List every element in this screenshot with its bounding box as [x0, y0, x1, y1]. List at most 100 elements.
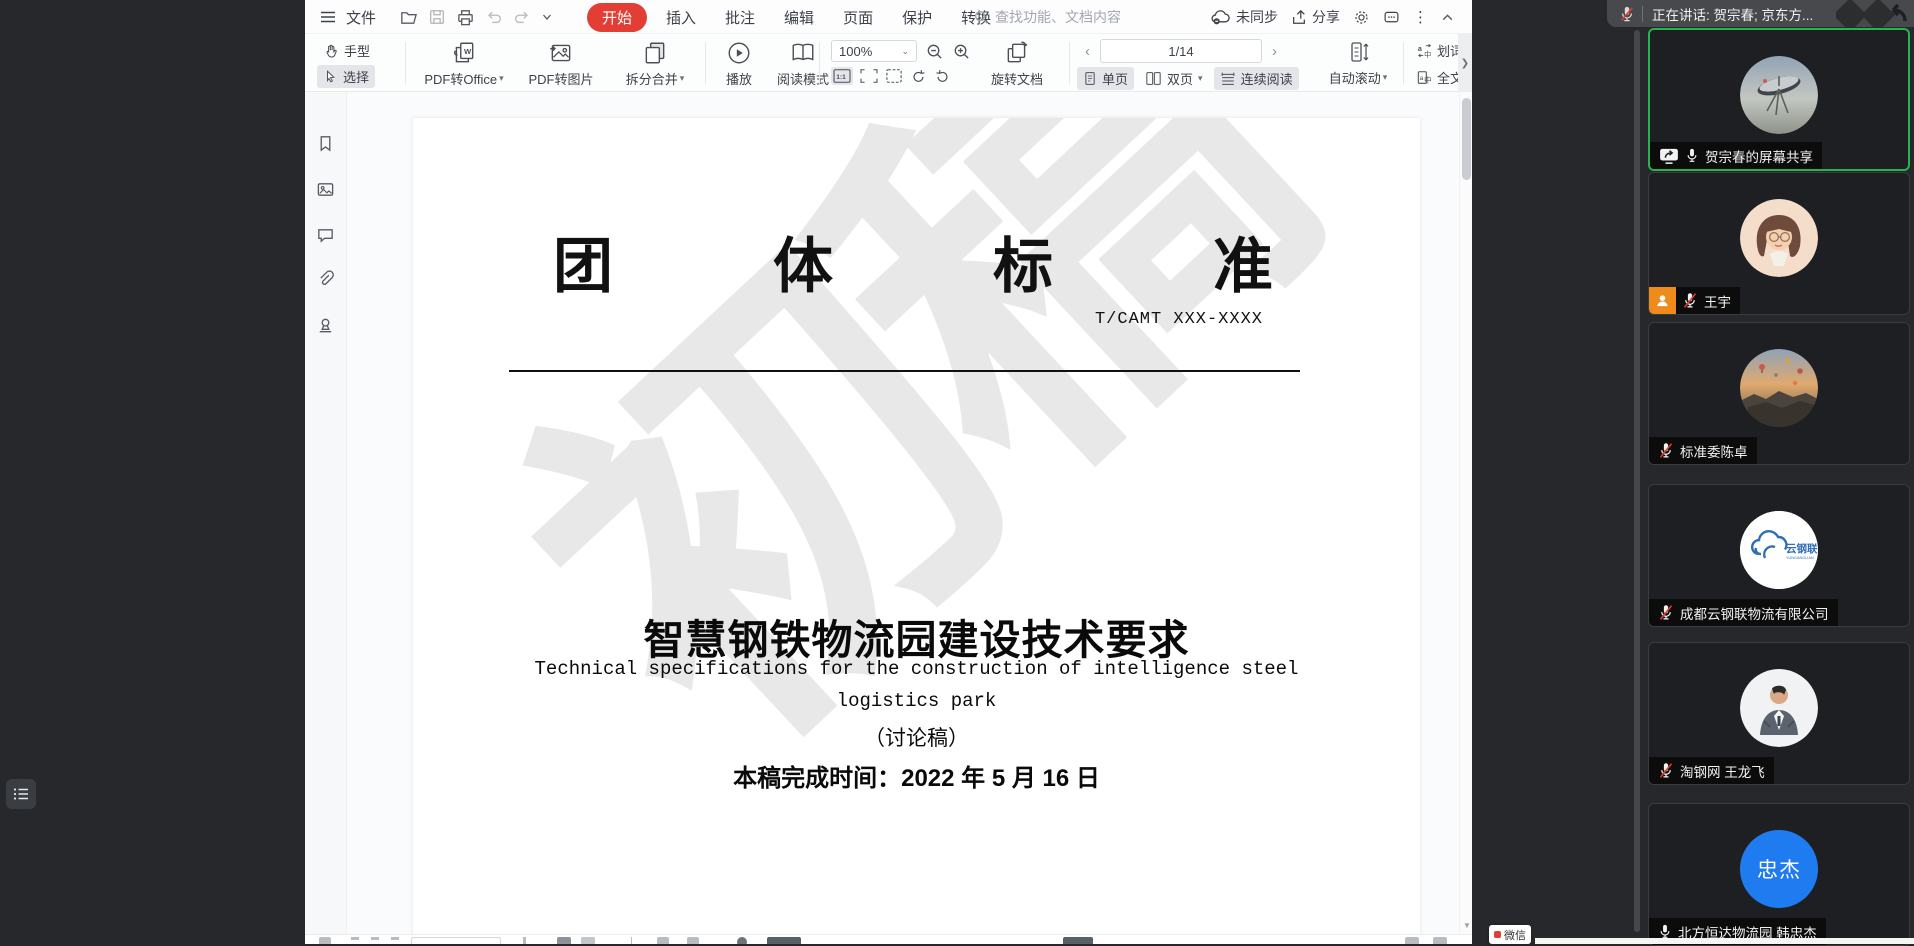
pdf-page: 初稿 团体标准 T/CAMT XXX-XXXX 智慧钢铁物流园建设技术要求 Te… — [413, 118, 1420, 934]
bookmark-icon[interactable] — [316, 134, 335, 153]
cloud-sync-icon — [1210, 9, 1231, 25]
sync-status[interactable]: 未同步 — [1210, 7, 1278, 27]
seal-stamp-icon[interactable] — [316, 316, 335, 335]
statusbar-icon[interactable] — [767, 937, 801, 944]
share-button[interactable]: 分享 — [1291, 7, 1340, 27]
settings-gear-icon[interactable] — [1353, 9, 1370, 26]
statusbar-icon[interactable] — [371, 937, 379, 940]
statusbar-input[interactable] — [411, 937, 501, 944]
tab-edit[interactable]: 编辑 — [774, 3, 824, 32]
tab-page[interactable]: 页面 — [833, 3, 883, 32]
statusbar-icon[interactable] — [737, 937, 747, 944]
open-file-icon[interactable] — [399, 8, 418, 27]
statusbar-icon[interactable] — [1405, 937, 1419, 944]
rotate-left-icon[interactable] — [910, 68, 927, 84]
redo-icon[interactable] — [513, 8, 531, 26]
more-commands-icon[interactable] — [541, 11, 553, 23]
strip-divider — [1642, 6, 1643, 22]
statusbar-icon[interactable] — [1433, 937, 1447, 944]
split-merge-button[interactable]: 拆分合并▾ — [613, 40, 697, 88]
participant-tile[interactable]: 王宇 — [1648, 172, 1910, 315]
wechat-notification[interactable]: 微信 — [1489, 925, 1531, 944]
tab-comment[interactable]: 批注 — [715, 3, 765, 32]
participant-tile[interactable]: 云钢联 YUNGANGLIAN 成都云钢联物流有限公司 — [1648, 484, 1910, 627]
mic-muted-icon — [1682, 292, 1698, 309]
search-box[interactable] — [973, 5, 1123, 29]
collapse-ribbon-icon[interactable] — [1441, 11, 1454, 24]
ribbon-expander[interactable]: ❯ — [1458, 34, 1472, 92]
statusbar-icon[interactable] — [523, 937, 526, 944]
svg-text:a: a — [1418, 45, 1422, 53]
print-icon[interactable] — [456, 8, 475, 27]
statusbar-icon[interactable] — [557, 937, 571, 944]
wps-pdf-window: 文件 — [305, 0, 1472, 944]
statusbar-icon[interactable] — [319, 937, 331, 944]
scroll-down-arrow[interactable]: ▼ — [1463, 921, 1471, 930]
svg-text:YUNGANGLIAN: YUNGANGLIAN — [1786, 556, 1814, 560]
tab-insert[interactable]: 插入 — [656, 3, 706, 32]
file-menu[interactable]: 文件 — [346, 7, 376, 28]
pdf-viewer[interactable]: 初稿 团体标准 T/CAMT XXX-XXXX 智慧钢铁物流园建设技术要求 Te… — [347, 92, 1472, 934]
next-page-icon[interactable]: › — [1268, 43, 1281, 60]
tab-protect[interactable]: 保护 — [892, 3, 942, 32]
status-bar — [305, 934, 1472, 944]
more-options-icon[interactable]: ⋮ — [1413, 8, 1428, 26]
participant-tile[interactable]: 淘钢网 王龙飞 — [1648, 642, 1910, 785]
document-area: 初稿 团体标准 T/CAMT XXX-XXXX 智慧钢铁物流园建设技术要求 Te… — [305, 92, 1472, 934]
prev-page-icon[interactable]: ‹ — [1081, 43, 1094, 60]
feedback-chat-icon[interactable] — [1383, 9, 1400, 26]
svg-text:a: a — [1420, 75, 1424, 82]
participants-scrollbar[interactable] — [1634, 30, 1640, 932]
pdf-to-image-button[interactable]: PDF转图片 — [519, 40, 603, 88]
rotate-document-button[interactable]: 旋转文档 — [977, 40, 1057, 88]
muted-mic-icon[interactable] — [1619, 5, 1635, 23]
image-panel-icon[interactable] — [316, 180, 335, 199]
statusbar-icon[interactable] — [581, 937, 595, 944]
participant-tile[interactable]: 忠杰 北方恒达物流园 韩忠杰 — [1648, 803, 1910, 946]
statusbar-icon[interactable] — [351, 937, 359, 940]
hamburger-menu-icon[interactable] — [319, 8, 337, 26]
scrollbar-thumb[interactable] — [1462, 98, 1471, 180]
fit-page-icon[interactable] — [885, 68, 903, 84]
horizontal-rule — [509, 370, 1300, 372]
mic-muted-icon — [1658, 442, 1674, 459]
double-page-button[interactable]: 双页▾ — [1139, 67, 1209, 90]
search-icon — [973, 9, 989, 25]
svg-text:1:1: 1:1 — [836, 74, 846, 81]
statusbar-icon[interactable] — [657, 937, 669, 944]
fit-width-icon[interactable] — [860, 68, 878, 84]
search-input[interactable] — [995, 9, 1123, 25]
pdf-to-office-button[interactable]: W PDF转Office▾ — [421, 40, 507, 88]
auto-scroll-button[interactable]: 自动滚动▾ — [1323, 40, 1393, 87]
play-button[interactable]: 播放 — [713, 40, 765, 88]
avatar — [1740, 669, 1818, 747]
comment-panel-icon[interactable] — [316, 226, 335, 245]
hand-tool[interactable]: 手型 — [317, 39, 376, 62]
participant-tile[interactable]: 标准委陈卓 — [1648, 322, 1910, 465]
standard-code: T/CAMT XXX-XXXX — [1095, 310, 1263, 329]
tab-home[interactable]: 开始 — [587, 3, 647, 32]
desktop-list-widget[interactable] — [6, 779, 36, 809]
select-tool[interactable]: 选择 — [317, 65, 375, 88]
svg-text:中: 中 — [1424, 74, 1432, 84]
read-mode-button[interactable]: 阅读模式 — [767, 40, 839, 88]
participant-tile[interactable]: 贺宗春的屏幕共享 — [1648, 28, 1910, 171]
document-title: 智慧钢铁物流园建设技术要求 — [413, 606, 1420, 666]
statusbar-icon[interactable] — [687, 937, 699, 944]
undo-icon[interactable] — [485, 8, 503, 26]
avatar-initials: 忠杰 — [1757, 854, 1801, 884]
document-scrollbar[interactable]: ▼ — [1459, 92, 1472, 934]
single-page-button[interactable]: 单页 — [1077, 67, 1134, 90]
zoom-out-icon[interactable] — [925, 42, 944, 61]
continuous-read-button[interactable]: 连续阅读 — [1214, 67, 1299, 90]
save-icon[interactable] — [428, 8, 446, 26]
actual-size-button[interactable]: 1:1 — [831, 67, 853, 85]
rotate-right-icon[interactable] — [934, 68, 951, 84]
statusbar-icon[interactable] — [1063, 937, 1093, 944]
avatar: 忠杰 — [1740, 830, 1818, 908]
attachment-icon[interactable] — [316, 270, 335, 289]
page-indicator-input[interactable] — [1100, 39, 1262, 63]
zoom-in-icon[interactable] — [952, 42, 971, 61]
statusbar-icon[interactable] — [391, 937, 399, 940]
zoom-level-select[interactable]: 100%⌄ — [831, 40, 917, 62]
